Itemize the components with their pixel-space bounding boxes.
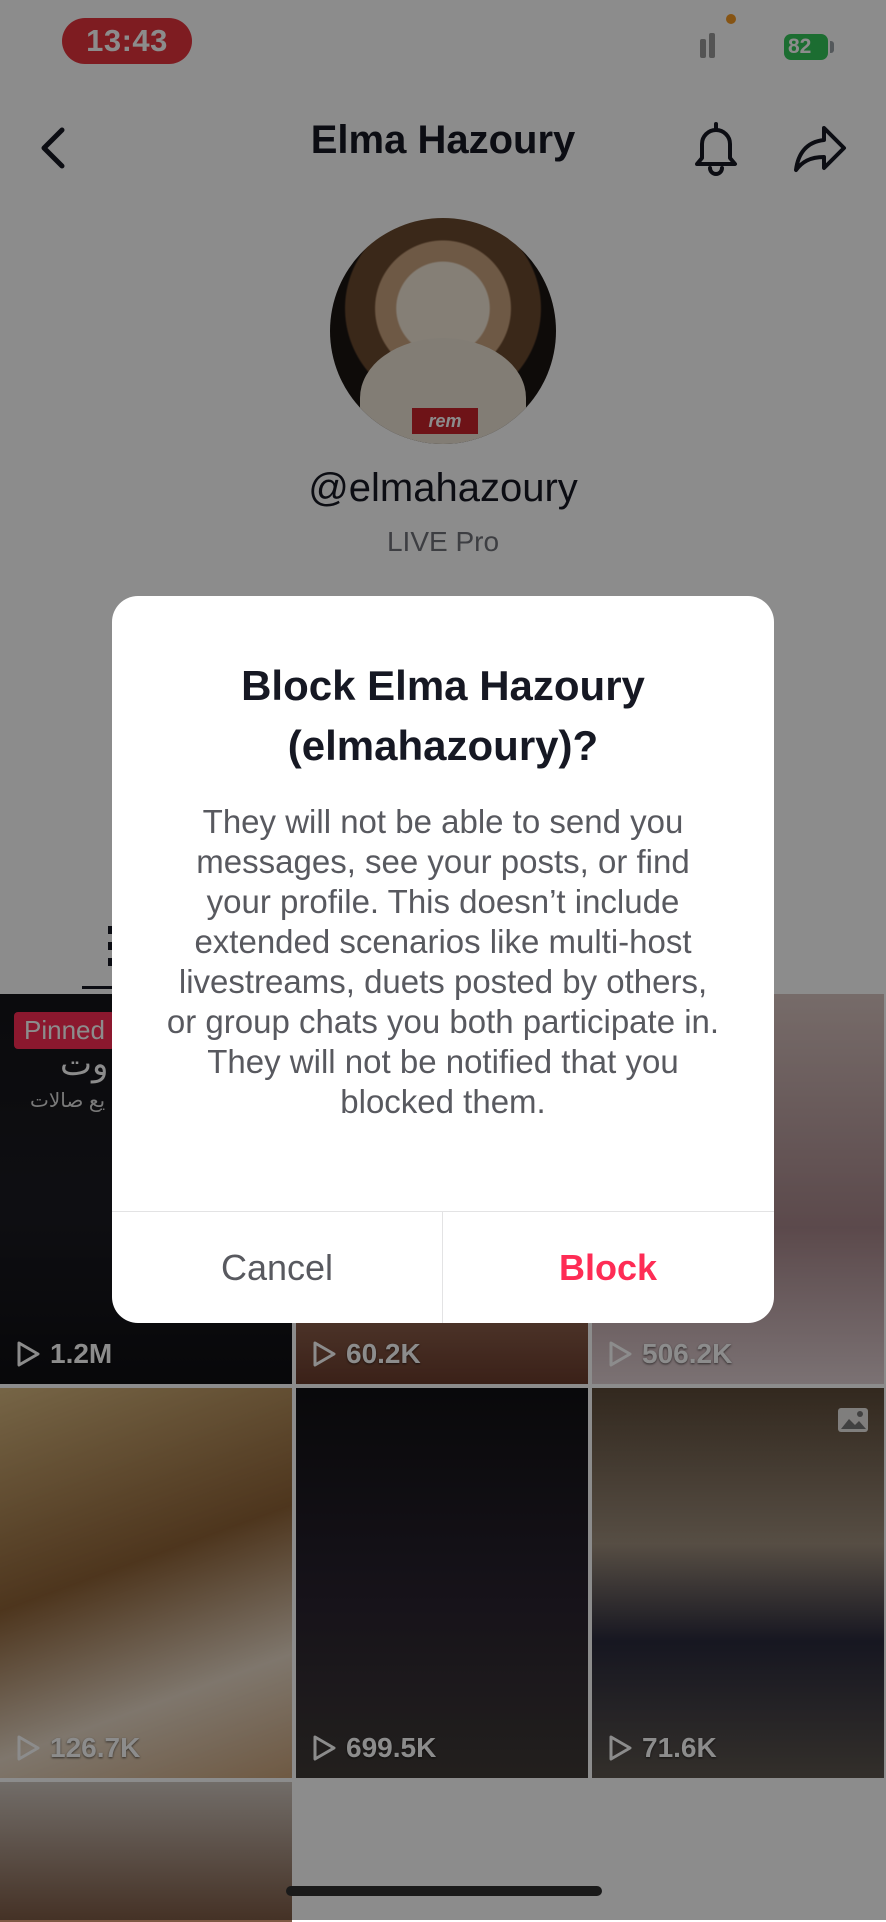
- dialog-title: Block Elma Hazoury (elmahazoury)?: [241, 662, 645, 769]
- cancel-button[interactable]: Cancel: [112, 1212, 442, 1323]
- home-indicator[interactable]: [286, 1886, 602, 1896]
- block-button[interactable]: Block: [443, 1212, 773, 1323]
- dialog-message: They will not be able to send you messag…: [166, 803, 720, 1120]
- block-dialog: Block Elma Hazoury (elmahazoury)? They w…: [112, 596, 774, 1323]
